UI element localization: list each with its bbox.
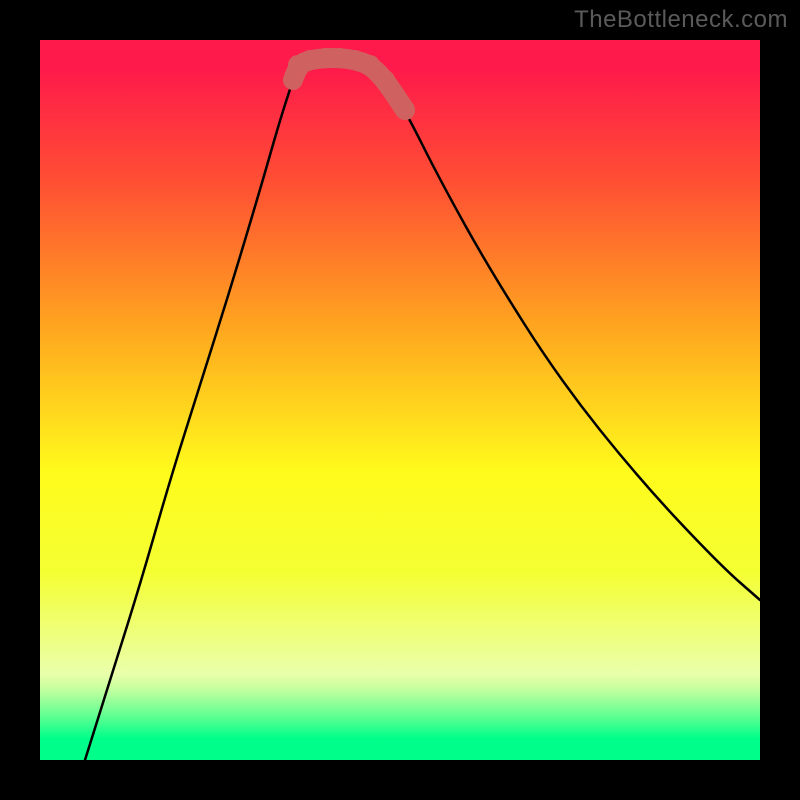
- plot-area: [40, 40, 760, 760]
- bottleneck-curve: [85, 58, 760, 760]
- valley-marker-5: [360, 55, 380, 75]
- right-marker-dot: [375, 70, 395, 90]
- chart-container: TheBottleneck.com: [0, 0, 800, 800]
- watermark-text: TheBottleneck.com: [574, 6, 788, 34]
- chart-svg: [40, 40, 760, 760]
- right-marker-dot-2: [395, 100, 415, 120]
